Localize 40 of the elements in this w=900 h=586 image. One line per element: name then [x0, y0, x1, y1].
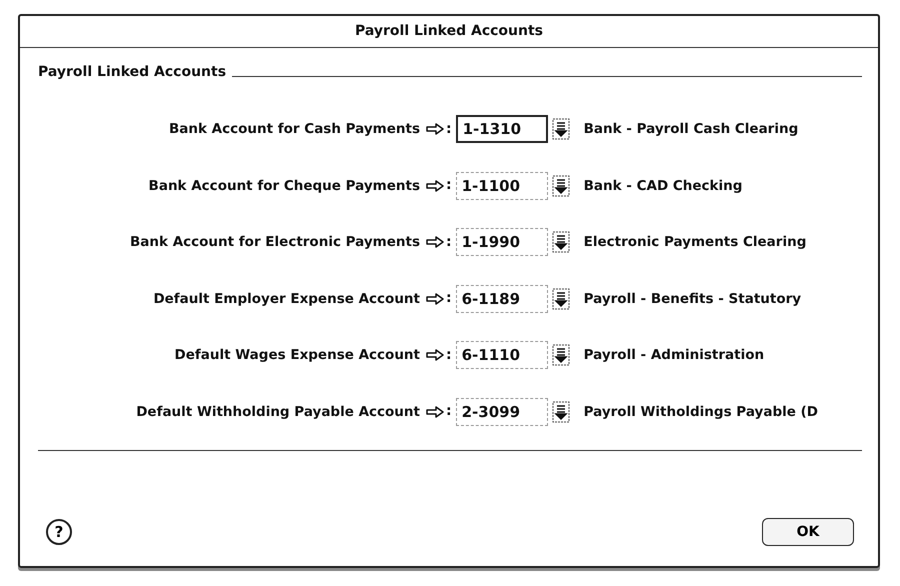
colon: :	[446, 346, 452, 365]
field-label: Default Employer Expense Account	[152, 290, 420, 309]
ok-button[interactable]: OK	[762, 518, 854, 546]
field-label: Default Wages Expense Account	[174, 346, 420, 366]
lookup-icon[interactable]	[552, 344, 570, 366]
colon: :	[446, 176, 452, 196]
account-field[interactable]: 6-1110	[456, 341, 548, 370]
account-field[interactable]: 2-3099	[456, 398, 548, 426]
lookup-icon[interactable]	[552, 288, 570, 310]
arrow-icon[interactable]	[426, 123, 444, 136]
section-title: Payroll Linked Accounts	[38, 63, 226, 82]
help-button[interactable]: ?	[46, 519, 72, 545]
arrow-icon[interactable]	[426, 406, 444, 418]
lookup-icon[interactable]	[552, 118, 570, 140]
colon: :	[446, 402, 452, 422]
arrow-icon[interactable]	[426, 180, 444, 192]
field-label: Bank Account for Electronic Payments	[129, 233, 420, 252]
account-field[interactable]: 1-1310	[456, 115, 548, 144]
account-field[interactable]: 1-1100	[456, 172, 548, 200]
arrow-icon[interactable]	[426, 292, 444, 305]
account-name: Payroll - Administration	[584, 346, 764, 366]
colon: :	[446, 232, 452, 252]
account-field[interactable]: 6-1189	[456, 284, 548, 313]
field-label: Bank Account for Cash Payments	[168, 120, 420, 140]
arrow-icon[interactable]	[426, 349, 444, 362]
arrow-icon[interactable]	[426, 236, 444, 248]
lookup-icon[interactable]	[552, 231, 570, 254]
lookup-icon[interactable]	[552, 400, 570, 423]
account-name: Bank - Payroll Cash Clearing	[584, 120, 798, 140]
colon: :	[446, 120, 452, 139]
window-title: Payroll Linked Accounts	[354, 22, 544, 41]
lookup-icon[interactable]	[552, 174, 570, 197]
colon: :	[446, 289, 452, 308]
account-name: Electronic Payments Clearing	[584, 233, 806, 252]
account-name: Payroll Witholdings Payable (D	[584, 402, 818, 422]
field-label: Default Withholding Payable Account	[135, 402, 420, 422]
field-label: Bank Account for Cheque Payments	[148, 176, 420, 196]
account-name: Bank - CAD Checking	[584, 176, 742, 196]
account-field[interactable]: 1-1990	[456, 228, 548, 256]
account-name: Payroll - Benefits - Statutory	[584, 290, 802, 309]
